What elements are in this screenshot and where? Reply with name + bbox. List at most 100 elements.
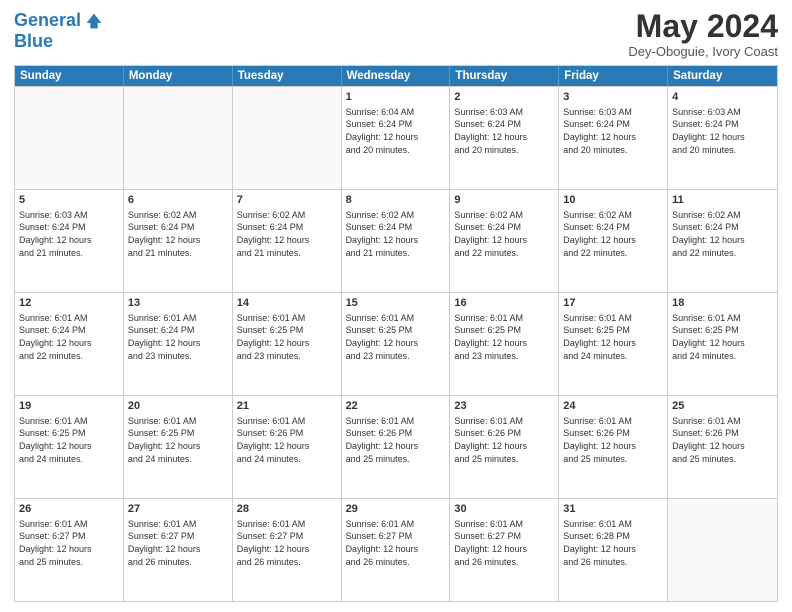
col-monday: Monday bbox=[124, 66, 233, 86]
day-info: Sunrise: 6:01 AM Sunset: 6:25 PM Dayligh… bbox=[128, 415, 228, 465]
day-info: Sunrise: 6:02 AM Sunset: 6:24 PM Dayligh… bbox=[346, 209, 446, 259]
cal-cell-0-4: 2Sunrise: 6:03 AM Sunset: 6:24 PM Daylig… bbox=[450, 87, 559, 189]
day-info: Sunrise: 6:02 AM Sunset: 6:24 PM Dayligh… bbox=[563, 209, 663, 259]
logo-blue-text: Blue bbox=[14, 32, 53, 52]
cal-cell-4-1: 27Sunrise: 6:01 AM Sunset: 6:27 PM Dayli… bbox=[124, 499, 233, 601]
cal-cell-2-3: 15Sunrise: 6:01 AM Sunset: 6:25 PM Dayli… bbox=[342, 293, 451, 395]
cal-cell-1-4: 9Sunrise: 6:02 AM Sunset: 6:24 PM Daylig… bbox=[450, 190, 559, 292]
cal-cell-1-2: 7Sunrise: 6:02 AM Sunset: 6:24 PM Daylig… bbox=[233, 190, 342, 292]
day-number: 28 bbox=[237, 502, 337, 517]
day-number: 1 bbox=[346, 90, 446, 105]
cal-cell-2-2: 14Sunrise: 6:01 AM Sunset: 6:25 PM Dayli… bbox=[233, 293, 342, 395]
day-info: Sunrise: 6:01 AM Sunset: 6:26 PM Dayligh… bbox=[346, 415, 446, 465]
day-number: 21 bbox=[237, 399, 337, 414]
cal-cell-3-2: 21Sunrise: 6:01 AM Sunset: 6:26 PM Dayli… bbox=[233, 396, 342, 498]
day-info: Sunrise: 6:04 AM Sunset: 6:24 PM Dayligh… bbox=[346, 106, 446, 156]
cal-cell-1-5: 10Sunrise: 6:02 AM Sunset: 6:24 PM Dayli… bbox=[559, 190, 668, 292]
month-title: May 2024 bbox=[628, 10, 778, 42]
day-info: Sunrise: 6:01 AM Sunset: 6:24 PM Dayligh… bbox=[128, 312, 228, 362]
day-info: Sunrise: 6:03 AM Sunset: 6:24 PM Dayligh… bbox=[454, 106, 554, 156]
day-info: Sunrise: 6:01 AM Sunset: 6:26 PM Dayligh… bbox=[237, 415, 337, 465]
day-info: Sunrise: 6:01 AM Sunset: 6:25 PM Dayligh… bbox=[454, 312, 554, 362]
col-sunday: Sunday bbox=[15, 66, 124, 86]
col-thursday: Thursday bbox=[450, 66, 559, 86]
day-number: 25 bbox=[672, 399, 773, 414]
day-number: 13 bbox=[128, 296, 228, 311]
cal-cell-1-3: 8Sunrise: 6:02 AM Sunset: 6:24 PM Daylig… bbox=[342, 190, 451, 292]
cal-cell-1-0: 5Sunrise: 6:03 AM Sunset: 6:24 PM Daylig… bbox=[15, 190, 124, 292]
day-info: Sunrise: 6:02 AM Sunset: 6:24 PM Dayligh… bbox=[454, 209, 554, 259]
cal-cell-2-4: 16Sunrise: 6:01 AM Sunset: 6:25 PM Dayli… bbox=[450, 293, 559, 395]
day-info: Sunrise: 6:01 AM Sunset: 6:26 PM Dayligh… bbox=[454, 415, 554, 465]
cal-cell-0-0 bbox=[15, 87, 124, 189]
cal-cell-2-0: 12Sunrise: 6:01 AM Sunset: 6:24 PM Dayli… bbox=[15, 293, 124, 395]
cal-cell-3-5: 24Sunrise: 6:01 AM Sunset: 6:26 PM Dayli… bbox=[559, 396, 668, 498]
day-number: 26 bbox=[19, 502, 119, 517]
day-info: Sunrise: 6:03 AM Sunset: 6:24 PM Dayligh… bbox=[563, 106, 663, 156]
day-info: Sunrise: 6:02 AM Sunset: 6:24 PM Dayligh… bbox=[128, 209, 228, 259]
cal-cell-4-6 bbox=[668, 499, 777, 601]
cal-cell-0-6: 4Sunrise: 6:03 AM Sunset: 6:24 PM Daylig… bbox=[668, 87, 777, 189]
day-number: 20 bbox=[128, 399, 228, 414]
day-info: Sunrise: 6:01 AM Sunset: 6:25 PM Dayligh… bbox=[19, 415, 119, 465]
logo-icon bbox=[83, 10, 105, 32]
day-number: 3 bbox=[563, 90, 663, 105]
week-row-2: 5Sunrise: 6:03 AM Sunset: 6:24 PM Daylig… bbox=[15, 189, 777, 292]
cal-cell-0-5: 3Sunrise: 6:03 AM Sunset: 6:24 PM Daylig… bbox=[559, 87, 668, 189]
day-number: 22 bbox=[346, 399, 446, 414]
cal-cell-2-5: 17Sunrise: 6:01 AM Sunset: 6:25 PM Dayli… bbox=[559, 293, 668, 395]
day-number: 6 bbox=[128, 193, 228, 208]
page: General Blue May 2024 Dey-Oboguie, Ivory… bbox=[0, 0, 792, 612]
cal-cell-0-3: 1Sunrise: 6:04 AM Sunset: 6:24 PM Daylig… bbox=[342, 87, 451, 189]
day-number: 7 bbox=[237, 193, 337, 208]
col-wednesday: Wednesday bbox=[342, 66, 451, 86]
day-number: 5 bbox=[19, 193, 119, 208]
day-number: 16 bbox=[454, 296, 554, 311]
day-info: Sunrise: 6:01 AM Sunset: 6:25 PM Dayligh… bbox=[346, 312, 446, 362]
calendar-body: 1Sunrise: 6:04 AM Sunset: 6:24 PM Daylig… bbox=[15, 86, 777, 601]
day-info: Sunrise: 6:01 AM Sunset: 6:27 PM Dayligh… bbox=[454, 518, 554, 568]
cal-cell-2-6: 18Sunrise: 6:01 AM Sunset: 6:25 PM Dayli… bbox=[668, 293, 777, 395]
day-info: Sunrise: 6:01 AM Sunset: 6:27 PM Dayligh… bbox=[19, 518, 119, 568]
day-info: Sunrise: 6:01 AM Sunset: 6:25 PM Dayligh… bbox=[237, 312, 337, 362]
col-saturday: Saturday bbox=[668, 66, 777, 86]
col-friday: Friday bbox=[559, 66, 668, 86]
day-number: 2 bbox=[454, 90, 554, 105]
day-number: 11 bbox=[672, 193, 773, 208]
cal-cell-1-1: 6Sunrise: 6:02 AM Sunset: 6:24 PM Daylig… bbox=[124, 190, 233, 292]
day-info: Sunrise: 6:01 AM Sunset: 6:27 PM Dayligh… bbox=[346, 518, 446, 568]
location: Dey-Oboguie, Ivory Coast bbox=[628, 44, 778, 59]
cal-cell-3-6: 25Sunrise: 6:01 AM Sunset: 6:26 PM Dayli… bbox=[668, 396, 777, 498]
day-number: 8 bbox=[346, 193, 446, 208]
day-info: Sunrise: 6:03 AM Sunset: 6:24 PM Dayligh… bbox=[672, 106, 773, 156]
day-number: 31 bbox=[563, 502, 663, 517]
cal-cell-0-1 bbox=[124, 87, 233, 189]
day-number: 12 bbox=[19, 296, 119, 311]
day-number: 4 bbox=[672, 90, 773, 105]
day-info: Sunrise: 6:01 AM Sunset: 6:25 PM Dayligh… bbox=[672, 312, 773, 362]
day-number: 14 bbox=[237, 296, 337, 311]
day-number: 18 bbox=[672, 296, 773, 311]
day-info: Sunrise: 6:01 AM Sunset: 6:24 PM Dayligh… bbox=[19, 312, 119, 362]
cal-cell-4-5: 31Sunrise: 6:01 AM Sunset: 6:28 PM Dayli… bbox=[559, 499, 668, 601]
logo-text: General bbox=[14, 11, 81, 31]
col-tuesday: Tuesday bbox=[233, 66, 342, 86]
week-row-5: 26Sunrise: 6:01 AM Sunset: 6:27 PM Dayli… bbox=[15, 498, 777, 601]
logo: General Blue bbox=[14, 10, 105, 52]
cal-cell-4-0: 26Sunrise: 6:01 AM Sunset: 6:27 PM Dayli… bbox=[15, 499, 124, 601]
day-number: 17 bbox=[563, 296, 663, 311]
cal-cell-2-1: 13Sunrise: 6:01 AM Sunset: 6:24 PM Dayli… bbox=[124, 293, 233, 395]
day-number: 10 bbox=[563, 193, 663, 208]
header: General Blue May 2024 Dey-Oboguie, Ivory… bbox=[14, 10, 778, 59]
cal-cell-0-2 bbox=[233, 87, 342, 189]
cal-cell-4-2: 28Sunrise: 6:01 AM Sunset: 6:27 PM Dayli… bbox=[233, 499, 342, 601]
day-number: 29 bbox=[346, 502, 446, 517]
day-number: 24 bbox=[563, 399, 663, 414]
day-info: Sunrise: 6:01 AM Sunset: 6:25 PM Dayligh… bbox=[563, 312, 663, 362]
day-info: Sunrise: 6:01 AM Sunset: 6:26 PM Dayligh… bbox=[563, 415, 663, 465]
calendar: Sunday Monday Tuesday Wednesday Thursday… bbox=[14, 65, 778, 602]
day-number: 19 bbox=[19, 399, 119, 414]
day-info: Sunrise: 6:01 AM Sunset: 6:26 PM Dayligh… bbox=[672, 415, 773, 465]
cal-cell-3-4: 23Sunrise: 6:01 AM Sunset: 6:26 PM Dayli… bbox=[450, 396, 559, 498]
week-row-1: 1Sunrise: 6:04 AM Sunset: 6:24 PM Daylig… bbox=[15, 86, 777, 189]
